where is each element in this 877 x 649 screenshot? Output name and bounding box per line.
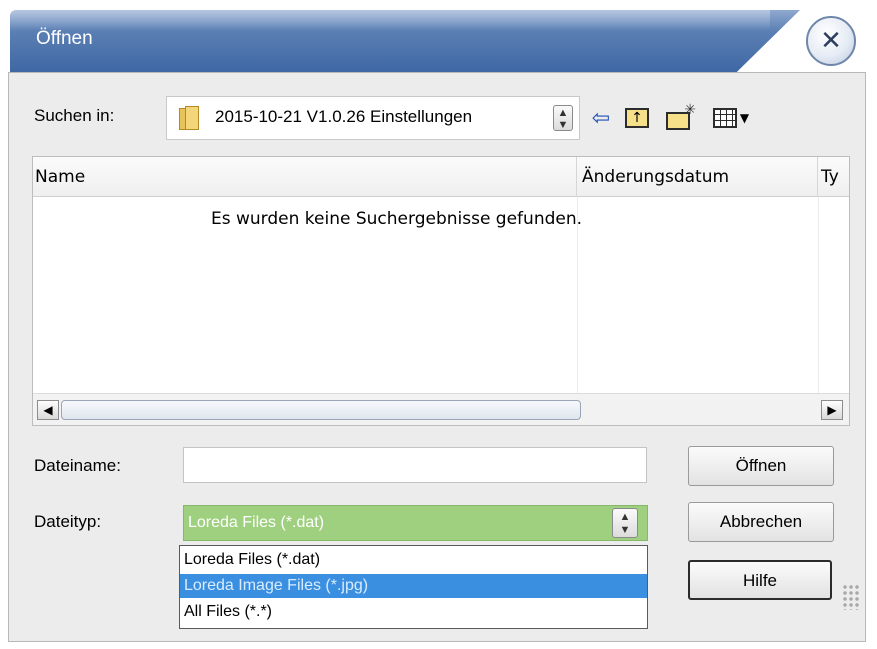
look-in-label: Suchen in: — [34, 106, 115, 125]
column-header-type[interactable]: Ty — [819, 157, 849, 197]
folder-icon — [179, 106, 201, 132]
scroll-thumb[interactable] — [61, 400, 581, 420]
filename-label: Dateiname: — [34, 456, 121, 475]
resize-grip-icon[interactable] — [842, 584, 860, 610]
column-header-name[interactable]: Name — [33, 157, 577, 197]
new-folder-icon[interactable]: ✳ — [660, 102, 696, 132]
look-in-combo[interactable]: 2015-10-21 V1.0.26 Einstellungen ▲ ▼ — [166, 96, 580, 140]
cancel-button[interactable]: Abbrechen — [688, 502, 834, 542]
filetype-label: Dateityp: — [34, 512, 102, 531]
back-arrow-icon[interactable]: ⇦ — [586, 104, 616, 132]
scroll-left-icon[interactable]: ◀ — [37, 400, 59, 420]
open-button[interactable]: Öffnen — [688, 446, 834, 486]
close-icon: ✕ — [820, 26, 842, 56]
column-divider — [818, 197, 819, 393]
look-in-spin-icon[interactable]: ▲ ▼ — [553, 105, 573, 131]
close-button[interactable]: ✕ — [806, 16, 856, 66]
filetype-spin-icon[interactable]: ▲ ▼ — [612, 508, 638, 538]
column-header-date[interactable]: Änderungsdatum — [578, 157, 818, 197]
title-bar-shine — [10, 10, 770, 30]
filetype-value: Loreda Files (*.dat) — [188, 514, 325, 531]
filetype-select[interactable]: Loreda Files (*.dat) — [183, 505, 648, 541]
file-list[interactable]: Name Änderungsdatum Ty Es wurden keine S… — [32, 156, 850, 426]
dropdown-option[interactable]: All Files (*.*) — [180, 600, 647, 624]
help-button[interactable]: Hilfe — [688, 560, 832, 600]
empty-message: Es wurden keine Suchergebnisse gefunden. — [211, 209, 583, 229]
window-title: Öffnen — [36, 28, 93, 49]
horizontal-scrollbar[interactable]: ◀ ▶ — [33, 393, 849, 425]
dropdown-option-highlighted[interactable]: Loreda Image Files (*.jpg) — [180, 574, 647, 598]
list-header: Name Änderungsdatum Ty — [33, 157, 849, 197]
scroll-right-icon[interactable]: ▶ — [821, 400, 843, 420]
look-in-value: 2015-10-21 V1.0.26 Einstellungen — [215, 107, 473, 126]
filename-input[interactable] — [183, 447, 647, 483]
view-menu-icon[interactable]: ▼ — [708, 104, 754, 132]
dropdown-option[interactable]: Loreda Files (*.dat) — [180, 548, 647, 572]
filetype-dropdown[interactable]: Loreda Files (*.dat) Loreda Image Files … — [179, 545, 648, 629]
up-folder-icon[interactable]: ↑ — [622, 104, 652, 132]
